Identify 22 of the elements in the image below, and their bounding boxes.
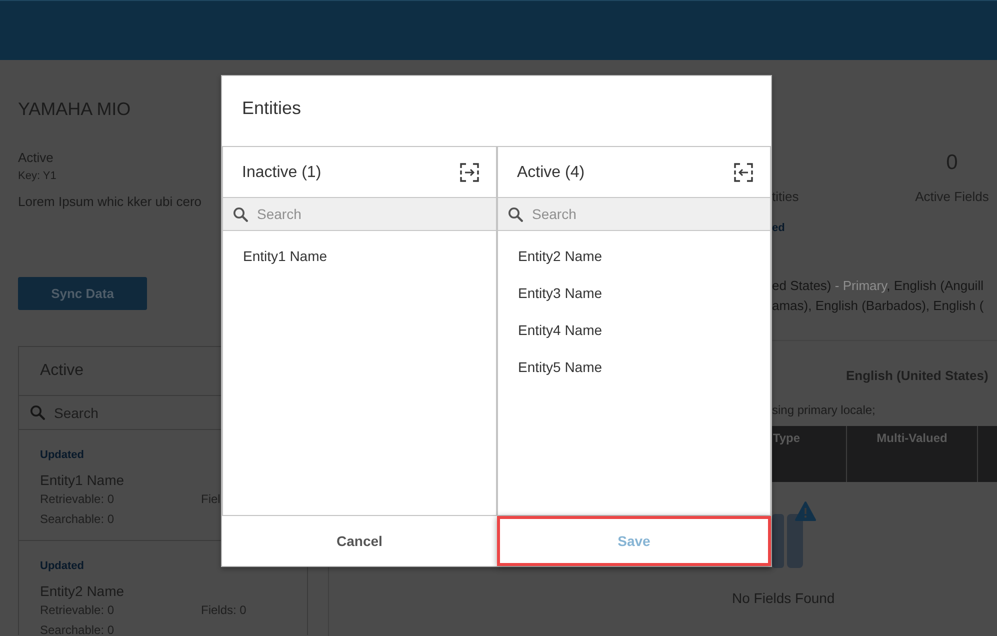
search-icon	[233, 206, 248, 222]
list-title: Active (4)	[517, 162, 585, 182]
dialog-title: Entities	[242, 98, 302, 118]
column-header: Type	[772, 431, 800, 445]
empty-list-drawing	[772, 500, 816, 568]
status-text: Updated	[40, 449, 84, 462]
list-item[interactable]: Entity1 Name	[243, 248, 328, 265]
status-text: ed	[772, 222, 785, 235]
list-item[interactable]: Entity5 Name	[518, 359, 602, 376]
bracket-arrow-left-icon[interactable]	[734, 162, 753, 182]
list-title: Inactive (1)	[242, 162, 322, 182]
bracket-arrow-right-icon[interactable]	[460, 162, 479, 182]
list-item[interactable]: Entity4 Name	[518, 322, 602, 339]
search-input[interactable]: Search	[532, 205, 770, 223]
status-text: Updated	[40, 560, 84, 573]
search-input[interactable]: Search	[257, 205, 496, 223]
list-item[interactable]: Entity2 Name	[518, 248, 602, 265]
search-icon	[30, 405, 45, 420]
search-icon	[508, 206, 523, 222]
cancel-button[interactable]: Cancel	[222, 516, 497, 566]
list-item[interactable]: Entity3 Name	[518, 285, 602, 302]
column-header: Multi-Valued	[876, 431, 948, 445]
